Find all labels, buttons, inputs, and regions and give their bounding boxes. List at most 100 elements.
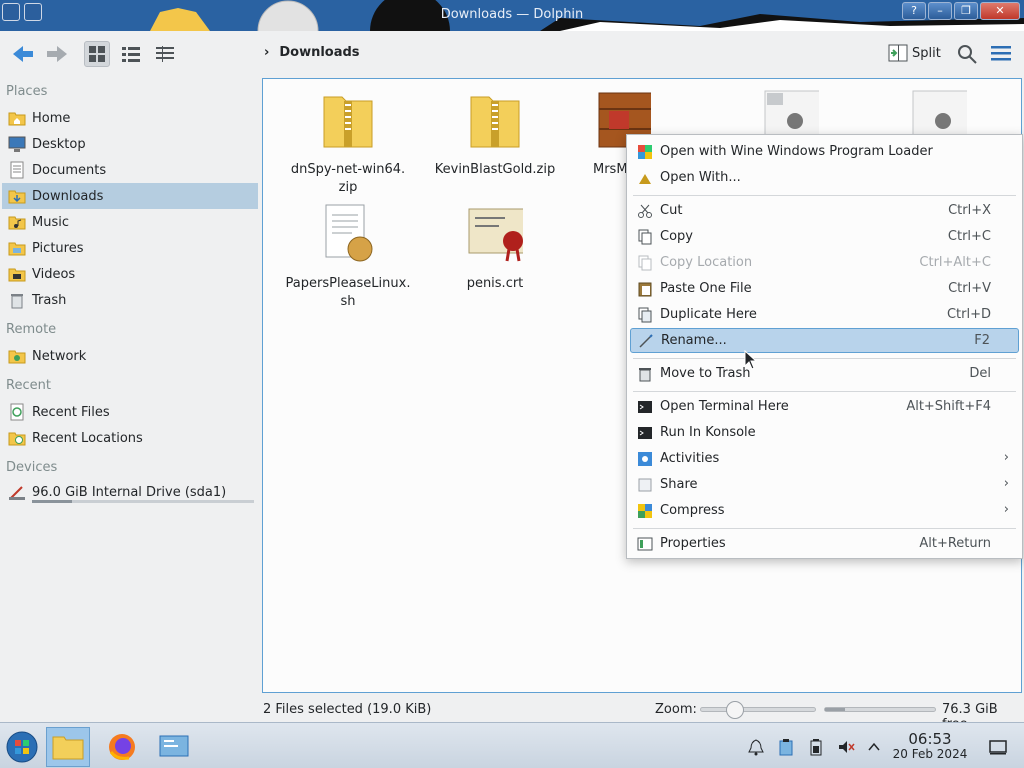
menu-item-label: Copy [660, 229, 693, 244]
breadcrumb-current[interactable]: Downloads [279, 45, 359, 60]
minimize-button[interactable]: – [928, 2, 952, 20]
menu-item-shortcut: Ctrl+Alt+C [919, 255, 991, 270]
menu-item-duplicate[interactable]: Duplicate Here Ctrl+D [630, 302, 1019, 327]
menu-item-properties[interactable]: Properties Alt+Return [630, 531, 1019, 556]
sidebar-item-documents[interactable]: Documents [2, 157, 258, 183]
file-name: penis.crt [466, 276, 524, 291]
scissors-icon [636, 202, 654, 220]
sidebar-item-recent-locations[interactable]: Recent Locations [2, 425, 258, 451]
menu-item-label: Open Terminal Here [660, 399, 789, 414]
menu-item-copy[interactable]: Copy Ctrl+C [630, 224, 1019, 249]
free-space-bar [824, 707, 936, 712]
menu-item-move-to-trash[interactable]: Move to Trash Del [630, 361, 1019, 386]
file-item[interactable]: penis.crt [425, 203, 565, 293]
sidebar-item-desktop[interactable]: Desktop [2, 131, 258, 157]
icons-view-button[interactable] [84, 41, 110, 67]
trash-icon [636, 365, 654, 383]
zoom-slider[interactable] [700, 701, 816, 719]
menu-item-activities[interactable]: Activities › [630, 446, 1019, 471]
sidebar-item-label: Downloads [32, 188, 104, 204]
show-desktop-icon[interactable] [988, 737, 1008, 757]
menu-item-open-with[interactable]: Open With... [630, 165, 1019, 190]
back-button[interactable] [10, 41, 36, 67]
menu-item-cut[interactable]: Cut Ctrl+X [630, 198, 1019, 223]
chevron-right-icon: › [1003, 502, 1009, 517]
taskbar-dolphin[interactable] [46, 727, 90, 767]
copy-location-icon [636, 254, 654, 272]
menu-separator [633, 391, 1016, 392]
compress-icon [636, 502, 654, 520]
split-button[interactable]: Split [888, 44, 941, 62]
menu-item-share[interactable]: Share › [630, 472, 1019, 497]
help-button[interactable]: ? [902, 2, 926, 20]
copy-icon [636, 228, 654, 246]
sidebar-item-label: Trash [32, 292, 67, 308]
details-view-icon [156, 46, 174, 62]
menu-item-paste[interactable]: Paste One File Ctrl+V [630, 276, 1019, 301]
maximize-button[interactable]: ❐ [954, 2, 978, 20]
menu-item-open-with-wine[interactable]: Open with Wine Windows Program Loader [630, 139, 1019, 164]
battery-icon[interactable] [806, 737, 826, 757]
sidebar-item-label: Videos [32, 266, 76, 282]
search-button[interactable] [956, 43, 978, 69]
zip-folder-icon [323, 96, 373, 148]
sidebar-item-music[interactable]: Music [2, 209, 258, 235]
sidebar-item-recent-files[interactable]: Recent Files [2, 399, 258, 425]
sidebar-item-home[interactable]: Home [2, 105, 258, 131]
section-places: Places [6, 84, 48, 99]
chevron-up-icon[interactable] [864, 737, 884, 757]
volume-muted-icon[interactable] [836, 737, 856, 757]
menu-item-label: Activities [660, 451, 720, 466]
trash-icon [11, 294, 23, 309]
hamburger-menu-button[interactable] [990, 44, 1012, 66]
menu-item-copy-location[interactable]: Copy Location Ctrl+Alt+C [630, 250, 1019, 275]
file-item[interactable]: dnSpy-net-win64. zip [278, 89, 418, 197]
menu-item-label: Properties [660, 536, 726, 551]
menu-item-compress[interactable]: Compress › [630, 498, 1019, 523]
menu-item-shortcut: Ctrl+X [948, 203, 991, 218]
menu-item-open-terminal[interactable]: Open Terminal Here Alt+Shift+F4 [630, 394, 1019, 419]
breadcrumb[interactable]: › Downloads [264, 45, 360, 60]
menu-item-run-in-konsole[interactable]: Run In Konsole [630, 420, 1019, 445]
details-view-button[interactable] [152, 41, 178, 67]
file-item[interactable]: PapersPleaseLinux. sh [278, 203, 418, 311]
taskbar-firefox[interactable] [100, 727, 144, 767]
title-bar[interactable]: Downloads — Dolphin ? – ❐ ✕ [0, 0, 1024, 31]
taskbar-system-settings[interactable] [152, 727, 196, 767]
mouse-cursor-icon [744, 350, 758, 370]
file-name: KevinBlastGold.zip [434, 162, 556, 177]
context-menu: Open with Wine Windows Program Loader Op… [626, 134, 1023, 559]
zoom-slider-handle[interactable] [725, 701, 744, 719]
split-label: Split [912, 45, 941, 61]
clock[interactable]: 06:53 20 Feb 2024 [892, 731, 968, 761]
firefox-icon [109, 734, 135, 760]
clipboard-icon[interactable] [776, 737, 796, 757]
menu-item-label: Run In Konsole [660, 425, 756, 440]
compact-view-button[interactable] [118, 41, 144, 67]
close-button[interactable]: ✕ [980, 2, 1020, 20]
drive-usage-fill [32, 500, 72, 503]
sidebar-item-videos[interactable]: Videos [2, 261, 258, 287]
sidebar-item-trash[interactable]: Trash [2, 287, 258, 313]
menu-item-rename[interactable]: Rename... F2 [630, 328, 1019, 353]
zoom-label: Zoom: [655, 702, 697, 717]
sidebar-item-label: 96.0 GiB Internal Drive (sda1) [32, 484, 227, 500]
sidebar-item-pictures[interactable]: Pictures [2, 235, 258, 261]
sidebar-item-downloads[interactable]: Downloads [2, 183, 258, 209]
forward-button[interactable] [44, 41, 70, 67]
open-with-icon [636, 169, 654, 187]
activities-icon [636, 450, 654, 468]
file-item[interactable]: KevinBlastGold.zip [425, 89, 565, 179]
folder-icon [52, 736, 84, 760]
start-button[interactable] [0, 727, 44, 767]
home-folder-icon [8, 112, 26, 126]
system-settings-icon [159, 735, 189, 757]
start-orb-icon [6, 731, 38, 763]
icons-view-icon [89, 46, 105, 62]
menu-item-shortcut: Del [969, 366, 991, 381]
sidebar-item-network[interactable]: Network [2, 343, 258, 369]
menu-separator [633, 358, 1016, 359]
notifications-icon[interactable] [746, 737, 766, 757]
menu-item-label: Copy Location [660, 255, 753, 270]
window-controls: ? – ❐ ✕ [902, 2, 1020, 20]
